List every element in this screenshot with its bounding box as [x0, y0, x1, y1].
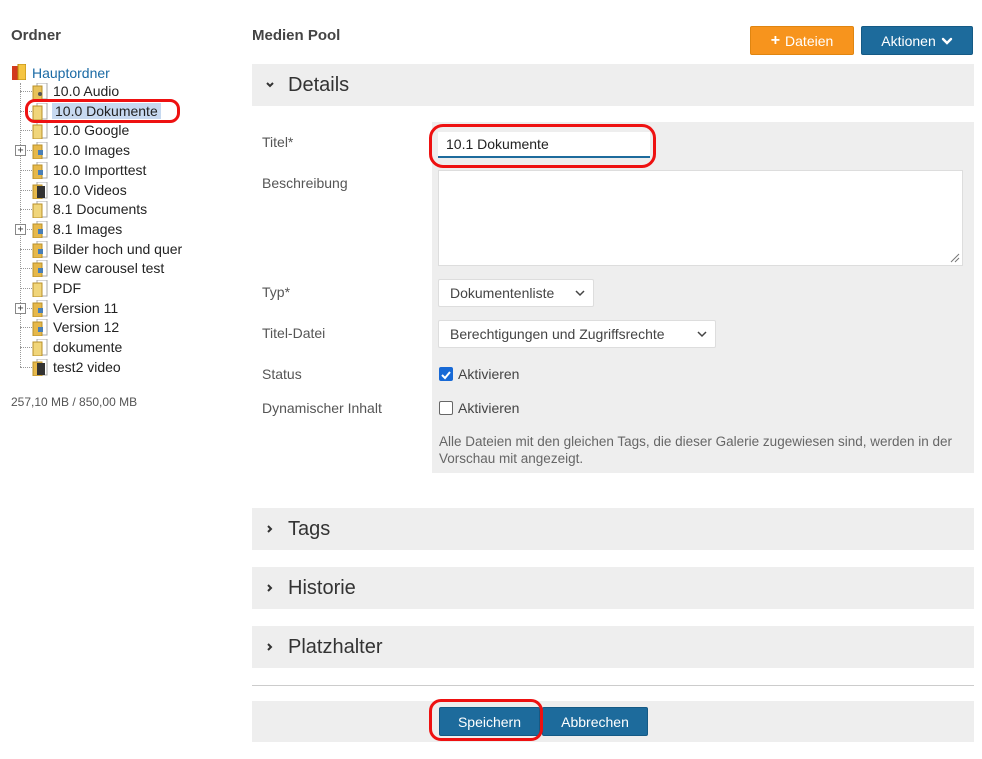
title-file-label: Titel-Datei [262, 325, 326, 341]
description-textarea[interactable] [438, 170, 963, 266]
tree-item-label[interactable]: Version 12 [53, 319, 119, 335]
help-text: Alle Dateien mit den gleichen Tags, die … [439, 434, 953, 466]
expand-icon[interactable]: + [15, 145, 26, 157]
dynamic-content-label: Dynamischer Inhalt [262, 400, 382, 416]
tree-connector [20, 209, 32, 211]
tree-item-label[interactable]: dokumente [53, 339, 122, 355]
tree-connector [20, 248, 32, 250]
tags-panel-title: Tags [288, 517, 331, 540]
tree-item-label[interactable]: 8.1 Documents [53, 201, 147, 217]
actions-label: Aktionen [881, 32, 936, 49]
tree-item-label[interactable]: New carousel test [53, 260, 164, 276]
save-button[interactable]: Speichern [439, 707, 540, 736]
placeholder-panel-title: Platzhalter [288, 635, 383, 658]
tree-item-label[interactable]: PDF [53, 280, 81, 296]
expand-icon[interactable]: + [15, 223, 26, 235]
document-folder-icon [32, 280, 48, 297]
status-checkbox[interactable] [439, 367, 453, 381]
document-folder-icon [32, 339, 48, 357]
tree-item-label[interactable]: Version 11 [53, 300, 118, 316]
tree-connector [20, 189, 32, 191]
chevron-right-icon [267, 643, 273, 651]
details-panel-header[interactable]: Details [252, 64, 974, 106]
tree-connector [20, 130, 32, 132]
tree-root-label[interactable]: Hauptordner [32, 65, 110, 81]
document-folder-icon [32, 201, 48, 219]
add-files-button[interactable]: + Dateien [750, 26, 854, 55]
title-file-select-value: Berechtigungen und Zugriffsrechte [450, 326, 665, 342]
image-folder-icon [32, 299, 48, 317]
tree-item-label[interactable]: Bilder hoch und quer [53, 241, 182, 257]
checkmark-icon [441, 371, 451, 380]
tree-connector [20, 169, 32, 171]
title-input[interactable] [438, 132, 650, 158]
tree-item-label[interactable]: 10.0 Google [53, 122, 129, 138]
plus-icon: + [770, 31, 781, 49]
tree-item-label[interactable]: 8.1 Images [53, 221, 122, 237]
tree-connector [20, 327, 32, 329]
add-files-label: Dateien [785, 32, 834, 49]
dynamic-content-checkbox-label[interactable]: Aktivieren [458, 400, 519, 416]
tree-item-label[interactable]: 10.0 Dokumente [52, 102, 161, 119]
tree-item-label[interactable]: 10.0 Audio [53, 83, 119, 99]
tree-item-label[interactable]: 10.0 Videos [53, 182, 127, 198]
actions-dropdown-button[interactable]: Aktionen [861, 26, 973, 55]
history-panel-title: Historie [288, 576, 356, 599]
chevron-right-icon [267, 584, 273, 592]
expand-icon[interactable]: + [15, 302, 26, 314]
page-title: Medien Pool [252, 27, 341, 44]
image-folder-icon [32, 161, 48, 179]
video-folder-icon [32, 358, 48, 376]
chevron-down-icon [697, 331, 707, 338]
audio-folder-icon [32, 83, 48, 100]
image-folder-icon [32, 142, 48, 160]
image-folder-icon [32, 240, 48, 258]
image-folder-icon [32, 260, 48, 278]
sidebar-heading: Ordner [11, 27, 62, 44]
video-folder-icon [32, 181, 48, 199]
details-panel-title: Details [288, 73, 350, 96]
chevron-down-icon [575, 290, 585, 297]
status-checkbox-label[interactable]: Aktivieren [458, 366, 519, 382]
tree-connector [20, 268, 32, 270]
chevron-down-icon [941, 37, 952, 45]
title-label: Titel* [262, 134, 294, 150]
tree-connector [20, 91, 32, 92]
image-folder-icon [32, 319, 48, 337]
type-label: Typ* [262, 284, 291, 300]
tree-item-label[interactable]: 10.0 Images [53, 142, 130, 158]
chevron-down-icon [266, 82, 274, 88]
document-folder-icon [32, 102, 48, 120]
storage-quota: 257,10 MB / 850,00 MB [11, 395, 138, 409]
tree-item-label[interactable]: test2 video [53, 359, 121, 375]
tags-panel-header[interactable]: Tags [252, 508, 974, 550]
document-folder-icon [32, 122, 48, 140]
folder-root-icon [12, 64, 26, 80]
tree-connector [20, 347, 32, 349]
history-panel-header[interactable]: Historie [252, 567, 974, 609]
tree-connector [20, 288, 32, 289]
title-file-select[interactable]: Berechtigungen und Zugriffsrechte [438, 320, 716, 348]
type-select-value: Dokumentenliste [450, 285, 555, 301]
tree-item-label[interactable]: 10.0 Importtest [53, 162, 146, 178]
cancel-button[interactable]: Abbrechen [542, 707, 648, 736]
type-select[interactable]: Dokumentenliste [438, 279, 594, 307]
chevron-right-icon [267, 525, 273, 533]
status-label: Status [262, 366, 302, 382]
divider [252, 685, 974, 686]
description-label: Beschreibung [262, 175, 348, 191]
resize-handle-icon[interactable] [948, 251, 960, 263]
tree-connector [20, 366, 32, 368]
dynamic-content-checkbox[interactable] [439, 401, 453, 415]
placeholder-panel-header[interactable]: Platzhalter [252, 626, 974, 668]
tree-connector [20, 110, 32, 112]
image-folder-icon [32, 220, 48, 238]
